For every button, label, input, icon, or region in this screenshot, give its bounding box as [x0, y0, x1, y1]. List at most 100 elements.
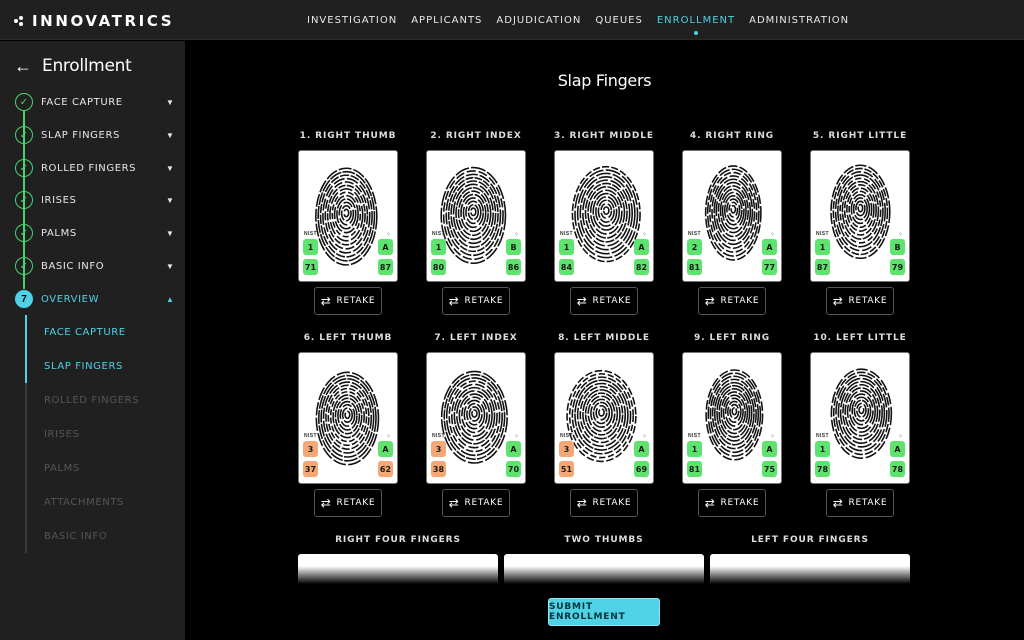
nav-investigation[interactable]: INVESTIGATION — [300, 0, 404, 40]
nist-quality-badge: 81 — [687, 461, 702, 477]
chevron-down-icon[interactable]: ▼ — [165, 164, 175, 173]
nist-label: NIST — [816, 433, 829, 439]
chevron-down-icon[interactable]: ▼ — [165, 131, 175, 140]
nav-adjudication[interactable]: ADJUDICATION — [489, 0, 588, 40]
retake-button[interactable]: ⇄ RETAKE — [314, 489, 382, 517]
repeat-icon: ⇄ — [576, 294, 588, 308]
step-rolled-fingers[interactable]: ✓ ROLLED FINGERS ▼ — [15, 158, 175, 178]
nist-quality-badge: 51 — [559, 461, 574, 477]
scanner-icon: ⁘ — [769, 434, 775, 440]
nav-enrollment[interactable]: ENROLLMENT — [650, 0, 742, 40]
step-slap-fingers[interactable]: ✓ SLAP FINGERS ▼ — [15, 125, 175, 145]
sidebar: ← Enrollment ✓ FACE CAPTURE ▼ ✓ SLAP FINGERS… — [0, 41, 185, 640]
fingerprint-image[interactable]: NIST ⁘ 1 80 B 86 — [426, 150, 526, 282]
submit-enrollment-button[interactable]: SUBMIT ENROLLMENT — [548, 598, 660, 626]
overview-item-palms[interactable]: PALMS — [25, 451, 175, 485]
repeat-icon: ⇄ — [832, 294, 844, 308]
nav-administration[interactable]: ADMINISTRATION — [742, 0, 856, 40]
nist-level-badge: 3 — [431, 441, 446, 457]
retake-label: RETAKE — [336, 498, 376, 508]
fingerprint-image[interactable]: NIST ⁘ 3 37 A 62 — [298, 352, 398, 484]
nist-label: NIST — [560, 231, 573, 237]
repeat-icon: ⇄ — [832, 496, 844, 510]
nist-level-badge: 1 — [815, 441, 830, 457]
retake-button[interactable]: ⇄ RETAKE — [698, 287, 766, 315]
retake-button[interactable]: ⇄ RETAKE — [826, 489, 894, 517]
nist-label: NIST — [304, 433, 317, 439]
step-irises[interactable]: ✓ IRISES ▼ — [15, 190, 175, 210]
arrow-left-icon: ← — [14, 56, 32, 76]
overview-item-rolled-fingers[interactable]: ROLLED FINGERS — [25, 383, 175, 417]
fingerprint-image[interactable]: NIST ⁘ 3 51 A 69 — [554, 352, 654, 484]
nist-quality-badge: 81 — [687, 259, 702, 275]
overview-item-attachments[interactable]: ATTACHMENTS — [25, 485, 175, 519]
finger-label: 3. RIGHT MIDDLE — [554, 131, 654, 141]
fingerprint-image[interactable]: NIST ⁘ 1 87 B 79 — [810, 150, 910, 282]
step-overview[interactable]: 7 OVERVIEW ▲ — [15, 289, 175, 309]
retake-label: RETAKE — [848, 498, 888, 508]
main-content: Slap Fingers 1. RIGHT THUMB NIST ⁘ 1 71 A 87 ⇄ R… — [185, 41, 1024, 640]
fingerprint-image[interactable]: NIST ⁘ 1 71 A 87 — [298, 150, 398, 282]
nist-label: NIST — [688, 231, 701, 237]
repeat-icon: ⇄ — [448, 294, 460, 308]
step-palms[interactable]: ✓ PALMS ▼ — [15, 223, 175, 243]
chevron-down-icon[interactable]: ▼ — [165, 98, 175, 107]
retake-button[interactable]: ⇄ RETAKE — [570, 489, 638, 517]
nist-level-badge: 3 — [559, 441, 574, 457]
step-label: PALMS — [41, 227, 77, 239]
chevron-down-icon[interactable]: ▼ — [165, 229, 175, 238]
retake-label: RETAKE — [464, 296, 504, 306]
nist-quality-badge: 84 — [559, 259, 574, 275]
step-face-capture[interactable]: ✓ FACE CAPTURE ▼ — [15, 92, 175, 112]
scanner-icon: ⁘ — [769, 232, 775, 238]
nist-quality-badge: 78 — [815, 461, 830, 477]
nist-quality-badge: 87 — [815, 259, 830, 275]
finger-label: 8. LEFT MIDDLE — [558, 333, 650, 343]
retake-label: RETAKE — [592, 296, 632, 306]
chevron-down-icon[interactable]: ▼ — [165, 196, 175, 205]
retake-button[interactable]: ⇄ RETAKE — [442, 287, 510, 315]
nist-quality-badge: 80 — [431, 259, 446, 275]
nfiq-grade-badge: A — [634, 239, 649, 255]
fingerprint-image[interactable]: NIST ⁘ 3 38 A 70 — [426, 352, 526, 484]
slap-image-left-four-fingers[interactable] — [710, 554, 910, 584]
retake-button[interactable]: ⇄ RETAKE — [826, 287, 894, 315]
nist-level-badge: 1 — [815, 239, 830, 255]
retake-button[interactable]: ⇄ RETAKE — [698, 489, 766, 517]
retake-button[interactable]: ⇄ RETAKE — [314, 287, 382, 315]
nist-level-badge: 1 — [687, 441, 702, 457]
fingerprint-image[interactable]: NIST ⁘ 1 81 A 75 — [682, 352, 782, 484]
nist-label: NIST — [432, 433, 445, 439]
logo[interactable]: INNOVATRICS — [14, 12, 174, 30]
check-icon: ✓ — [15, 126, 33, 144]
chevron-down-icon[interactable]: ▼ — [165, 262, 175, 271]
chevron-up-icon[interactable]: ▲ — [165, 295, 175, 304]
logo-mark-icon — [14, 16, 24, 26]
page-title: Slap Fingers — [557, 71, 652, 90]
step-basic-info[interactable]: ✓ BASIC INFO ▼ — [15, 256, 175, 276]
nfiq-grade-badge: A — [762, 239, 777, 255]
finger-label: 5. RIGHT LITTLE — [812, 131, 908, 141]
overview-item-face-capture[interactable]: FACE CAPTURE — [25, 315, 175, 349]
back-to-enrollment[interactable]: ← Enrollment — [14, 56, 132, 76]
overview-item-basic-info[interactable]: BASIC INFO — [25, 519, 175, 553]
overview-item-slap-fingers[interactable]: SLAP FINGERS — [25, 349, 175, 383]
nav-queues[interactable]: QUEUES — [588, 0, 650, 40]
scanner-icon: ⁘ — [385, 434, 391, 440]
retake-button[interactable]: ⇄ RETAKE — [442, 489, 510, 517]
fingerprint-image[interactable]: NIST ⁘ 1 84 A 82 — [554, 150, 654, 282]
slap-label: TWO THUMBS — [564, 535, 644, 545]
nfiq-grade-badge: A — [634, 441, 649, 457]
nav-applicants[interactable]: APPLICANTS — [404, 0, 489, 40]
slap-image-right-four-fingers[interactable] — [298, 554, 498, 584]
nist-label: NIST — [816, 231, 829, 237]
fingerprint-image[interactable]: NIST ⁘ 2 81 A 77 — [682, 150, 782, 282]
retake-button[interactable]: ⇄ RETAKE — [570, 287, 638, 315]
finger-label: 4. RIGHT RING — [689, 131, 775, 141]
fingerprint-image[interactable]: NIST ⁘ 1 78 A 78 — [810, 352, 910, 484]
overview-item-irises[interactable]: IRISES — [25, 417, 175, 451]
repeat-icon: ⇄ — [576, 496, 588, 510]
quality-score-badge: 86 — [506, 259, 521, 275]
step-number-badge: 7 — [15, 290, 33, 308]
slap-image-two-thumbs[interactable] — [504, 554, 704, 584]
